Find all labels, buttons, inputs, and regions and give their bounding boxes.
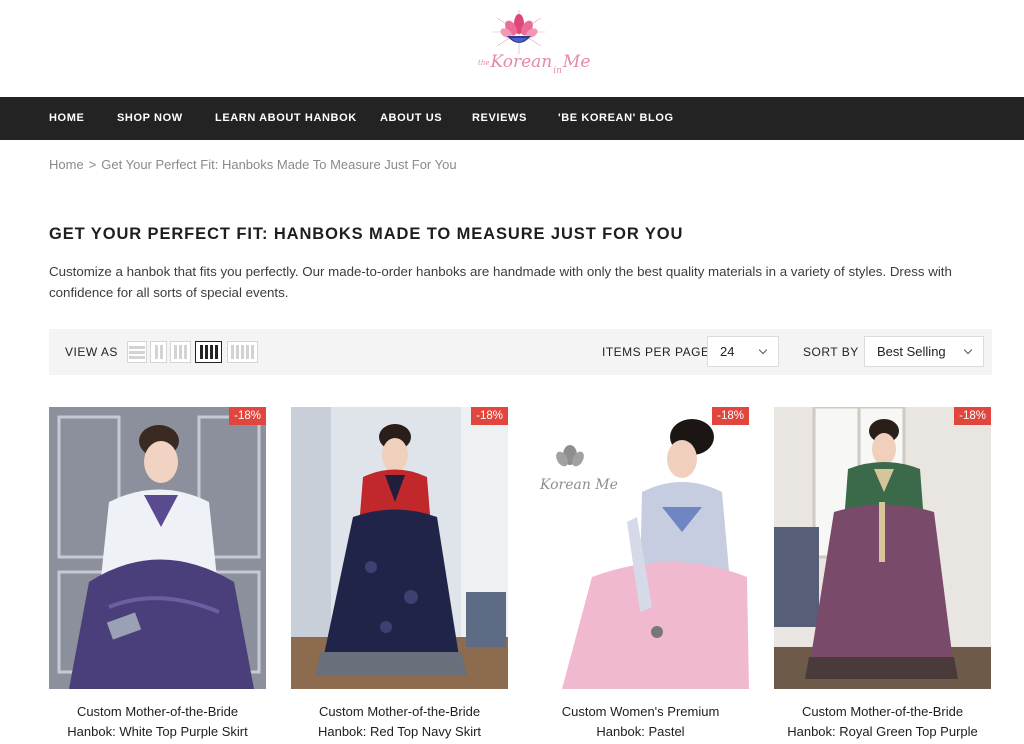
grid-5-icon-bar bbox=[246, 345, 249, 359]
grid-3-icon bbox=[174, 345, 177, 359]
items-per-page-select[interactable]: 24 bbox=[707, 336, 779, 367]
product-title[interactable]: Custom Mother-of-the-Bride Hanbok: Red T… bbox=[291, 702, 508, 742]
breadcrumb-current: Get Your Perfect Fit: Hanboks Made To Me… bbox=[101, 157, 457, 172]
nav-learn-about-hanbok[interactable]: LEARN ABOUT HANBOK bbox=[215, 97, 357, 140]
breadcrumb-home[interactable]: Home bbox=[49, 157, 84, 172]
product-title-line1: Custom Mother-of-the-Bride bbox=[801, 704, 964, 719]
view-grid-2-button[interactable] bbox=[150, 341, 167, 363]
list-icon-bar bbox=[129, 350, 145, 354]
product-title-line2: Hanbok: Pastel bbox=[596, 724, 685, 739]
nav-be-korean-blog[interactable]: 'BE KOREAN' BLOG bbox=[558, 97, 674, 140]
list-icon bbox=[129, 345, 145, 349]
product-title-line2: Hanbok: White Top Purple Skirt bbox=[67, 724, 248, 739]
product-image[interactable]: Korean Me -18% bbox=[532, 407, 749, 689]
view-grid-3-button[interactable] bbox=[170, 341, 191, 363]
discount-badge: -18% bbox=[229, 407, 266, 425]
grid-3-icon-bar bbox=[179, 345, 182, 359]
view-grid-4-button[interactable] bbox=[195, 341, 222, 363]
view-grid-5-button[interactable] bbox=[227, 341, 258, 363]
page-description: Customize a hanbok that fits you perfect… bbox=[49, 264, 952, 300]
items-per-page-value: 24 bbox=[720, 344, 735, 359]
product-image[interactable]: -18% bbox=[291, 407, 508, 689]
product-title[interactable]: Custom Mother-of-the-Bride Hanbok: White… bbox=[49, 702, 266, 742]
brand-word-in: in bbox=[553, 66, 562, 76]
product-title-line2: Hanbok: Red Top Navy Skirt bbox=[317, 724, 482, 739]
grid-4-icon-bar bbox=[214, 345, 218, 359]
grid-4-icon-bar bbox=[209, 345, 213, 359]
nav-reviews[interactable]: REVIEWS bbox=[472, 97, 527, 140]
nav-shop-now[interactable]: SHOP NOW bbox=[117, 97, 183, 140]
sort-by-label: SORT BY bbox=[803, 345, 859, 359]
page-title: GET YOUR PERFECT FIT: HANBOKS MADE TO ME… bbox=[49, 225, 684, 243]
product-title-line1: Custom Mother-of-the-Bride bbox=[318, 704, 481, 719]
chevron-down-icon bbox=[758, 345, 768, 355]
breadcrumb: Home > Get Your Perfect Fit: Hanboks Made … bbox=[49, 157, 457, 172]
grid-2-icon-bar bbox=[159, 345, 163, 359]
lotus-icon bbox=[493, 10, 545, 54]
grid-5-icon-bar bbox=[236, 345, 239, 359]
product-image[interactable]: -18% bbox=[774, 407, 991, 689]
grid-5-icon bbox=[231, 345, 234, 359]
collection-toolbar: VIEW AS ITEMS PER PAGE 24 SORT BY Best S… bbox=[49, 329, 992, 375]
brand-word-the: the bbox=[478, 58, 490, 67]
sort-by-select[interactable]: Best Selling bbox=[864, 336, 984, 367]
product-title-line2: Hanbok: Royal Green Top Purple bbox=[787, 724, 978, 739]
product-title[interactable]: Custom Women's Premium Hanbok: Pastel bbox=[532, 702, 749, 742]
discount-badge: -18% bbox=[712, 407, 749, 425]
product-image[interactable]: -18% bbox=[49, 407, 266, 689]
grid-5-icon-bar bbox=[241, 345, 244, 359]
list-icon-bar bbox=[129, 355, 145, 359]
nav-home[interactable]: HOME bbox=[49, 97, 84, 140]
grid-4-icon-bar bbox=[204, 345, 208, 359]
items-per-page-label: ITEMS PER PAGE bbox=[602, 345, 710, 359]
product-title-line1: Custom Women's Premium bbox=[561, 704, 720, 719]
view-as-label: VIEW AS bbox=[65, 345, 118, 359]
grid-5-icon-bar bbox=[251, 345, 254, 359]
nav-about-us[interactable]: ABOUT US bbox=[380, 97, 442, 140]
brand-word-korean: Korean bbox=[490, 52, 553, 72]
brand-word-me: Me bbox=[562, 52, 591, 72]
main-nav: HOME SHOP NOW LEARN ABOUT HANBOK ABOUT U… bbox=[0, 97, 1024, 140]
breadcrumb-separator: > bbox=[88, 157, 97, 172]
discount-badge: -18% bbox=[471, 407, 508, 425]
brand-wordmark: theKoreaninMe bbox=[478, 52, 591, 76]
sort-by-value: Best Selling bbox=[877, 344, 946, 359]
view-list-button[interactable] bbox=[127, 341, 147, 363]
site-logo[interactable] bbox=[474, 8, 564, 88]
product-title-line1: Custom Mother-of-the-Bride bbox=[76, 704, 239, 719]
grid-3-icon-bar bbox=[184, 345, 187, 359]
svg-text:Korean Me: Korean Me bbox=[539, 477, 618, 493]
chevron-down-icon bbox=[963, 345, 973, 355]
grid-2-icon bbox=[154, 345, 158, 359]
grid-4-icon bbox=[199, 345, 203, 359]
product-title[interactable]: Custom Mother-of-the-Bride Hanbok: Royal… bbox=[774, 702, 991, 742]
discount-badge: -18% bbox=[954, 407, 991, 425]
site-header: theKoreaninMe bbox=[0, 0, 1024, 97]
